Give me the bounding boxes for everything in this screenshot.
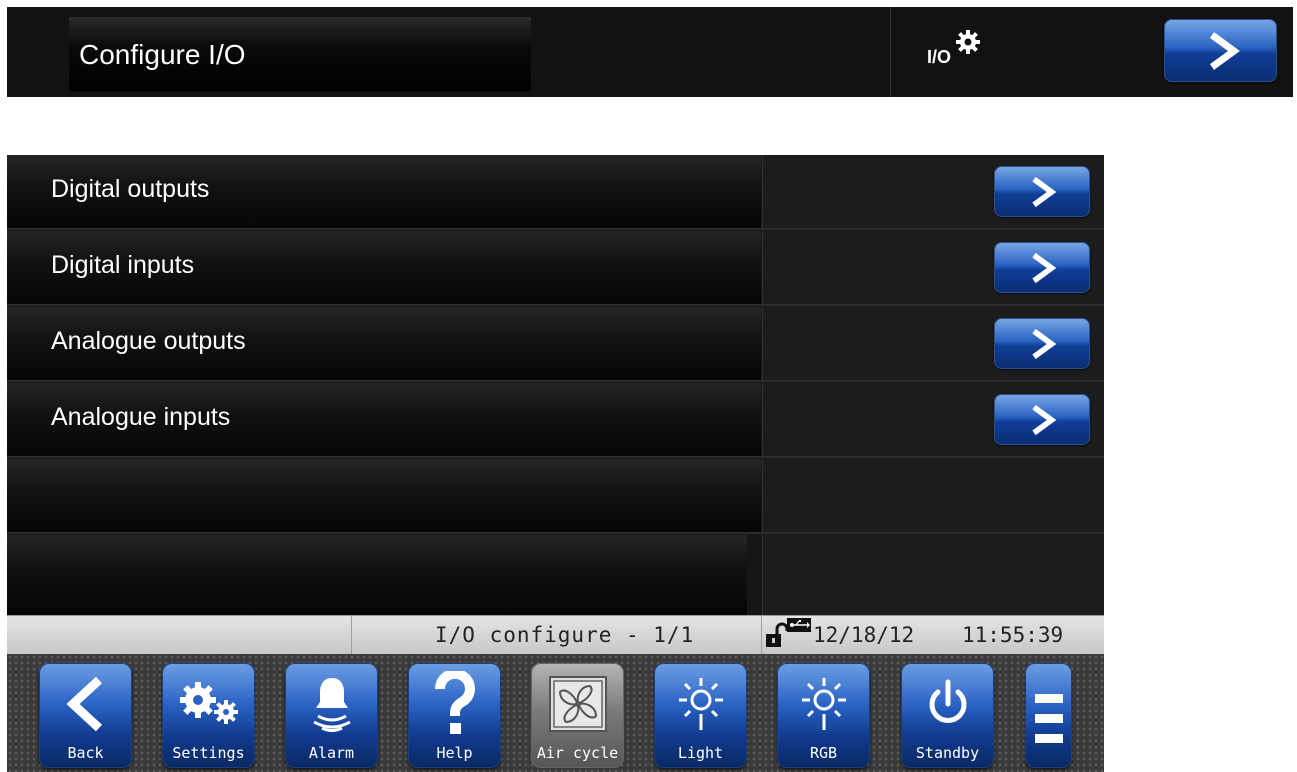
standby-button[interactable]: Standby [901,663,994,768]
menu-item-right-area [762,459,1104,534]
status-bar: I/O configure - 1/1 12/18/12 11:55:39 [7,615,1104,655]
row-divider [7,304,1104,306]
menu-item-right-area [762,535,1104,615]
back-arrow-icon [39,669,132,739]
menu-item-digital-outputs[interactable]: Digital outputs [7,155,1104,230]
light-button[interactable]: Light [654,663,747,768]
header-bar: Configure I/O I/O [7,7,1293,97]
analogue-outputs-button[interactable] [994,318,1090,369]
air-cycle-label: Air cycle [536,744,619,762]
menu-item-label: Analogue inputs [51,403,231,431]
hamburger-menu-icon [1025,679,1072,759]
menu-item-label-area: Analogue inputs [7,383,761,458]
menu-item-label: Digital outputs [51,175,210,203]
settings-button[interactable]: Settings [162,663,255,768]
alarm-label: Alarm [308,744,355,762]
rgb-label: RGB [809,744,838,762]
status-cell [7,616,352,654]
io-menu-list: Digital outputs Digital inputs Analogue … [7,155,1104,615]
alarm-button[interactable]: Alarm [285,663,378,768]
bell-icon [285,669,378,739]
rgb-button[interactable]: RGB [777,663,870,768]
fan-icon [531,669,624,739]
gear-icon [956,30,980,54]
help-button[interactable]: Help [408,663,501,768]
menu-item-empty [7,459,1104,534]
header-next-button[interactable] [1164,19,1277,82]
chevron-right-icon [1209,32,1240,70]
menu-item-empty [7,535,1104,615]
menu-item-analogue-inputs[interactable]: Analogue inputs [7,383,1104,458]
row-divider [7,532,1104,534]
bottom-toolbar: Back Settings Alarm Help Air cycle Light… [7,654,1104,772]
menu-button[interactable] [1025,663,1072,768]
help-label: Help [436,744,473,762]
back-label: Back [67,744,104,762]
chevron-right-icon [1032,252,1057,284]
time-display: 11:55:39 [962,623,1064,647]
menu-item-label-area [7,459,761,534]
question-icon [408,669,501,739]
sun-icon [654,669,747,739]
header-divider [890,7,891,97]
back-button[interactable]: Back [39,663,132,768]
gears-icon [162,669,255,739]
menu-item-analogue-outputs[interactable]: Analogue outputs [7,307,1104,382]
menu-item-label-area [7,535,747,615]
menu-item-label: Digital inputs [51,251,195,279]
air-cycle-button[interactable]: Air cycle [531,663,624,768]
chevron-right-icon [1032,328,1057,360]
analogue-inputs-button[interactable] [994,394,1090,445]
menu-item-label: Analogue outputs [51,327,246,355]
standby-label: Standby [915,744,980,762]
menu-item-label-area: Digital outputs [7,155,761,230]
row-divider [7,228,1104,230]
io-settings-icon: I/O [927,29,1007,69]
chevron-right-icon [1032,404,1057,436]
page-indicator: I/O configure - 1/1 [435,623,695,647]
row-divider [7,456,1104,458]
digital-inputs-button[interactable] [994,242,1090,293]
menu-item-label-area: Analogue outputs [7,307,761,382]
menu-item-digital-inputs[interactable]: Digital inputs [7,231,1104,306]
title-box: Configure I/O [69,17,531,91]
page-title: Configure I/O [79,39,246,70]
sun-icon [777,669,870,739]
unlocked-padlock-icon [766,622,787,647]
settings-label: Settings [172,744,245,762]
menu-item-label-area: Digital inputs [7,231,761,306]
usb-icon [787,618,811,632]
light-label: Light [677,744,724,762]
io-label: I/O [927,47,952,67]
date-display: 12/18/12 [813,623,915,647]
row-divider [7,380,1104,382]
power-icon [901,669,994,739]
digital-outputs-button[interactable] [994,166,1090,217]
chevron-right-icon [1032,176,1057,208]
